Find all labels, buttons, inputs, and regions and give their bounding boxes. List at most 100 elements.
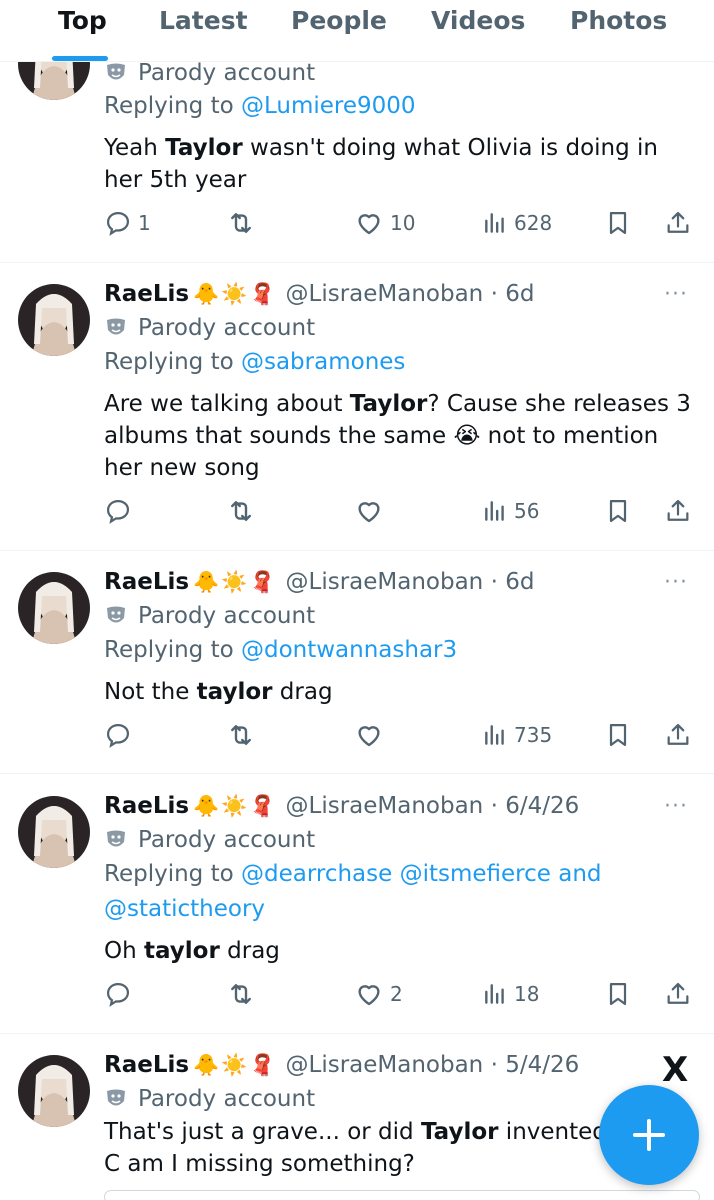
avatar[interactable] <box>18 1055 90 1127</box>
tab-top[interactable]: Top <box>58 6 107 35</box>
display-name[interactable]: RaeLis <box>104 569 189 595</box>
like-button[interactable]: 2 <box>354 977 403 1011</box>
mention-link[interactable]: @itsmefierce <box>392 861 551 887</box>
reply-input-bar[interactable] <box>104 1190 700 1200</box>
tweet-header: RaeLis 🐥☀️🧣 @LisraeManoban · 6/4/26 <box>104 791 579 821</box>
retweet-button[interactable] <box>226 977 262 1011</box>
display-name[interactable]: RaeLis <box>104 793 189 819</box>
share-icon <box>664 979 692 1009</box>
handle-and-time[interactable]: @LisraeManoban · 6d <box>286 281 535 307</box>
active-tab-indicator <box>52 56 108 61</box>
views-button[interactable]: 56 <box>482 494 539 528</box>
bookmark-button[interactable] <box>604 494 632 528</box>
more-dots-icon[interactable]: ··· <box>664 794 688 819</box>
reply-button[interactable]: 1 <box>104 206 151 240</box>
tab-people[interactable]: People <box>291 6 387 35</box>
handle-and-time[interactable]: @LisraeManoban · 6d <box>286 569 535 595</box>
tweet-text: That's just a grave... or did Taylor inv… <box>104 1119 607 1177</box>
replying-to: Replying to @dontwannashar3 <box>104 637 458 663</box>
bookmark-icon <box>604 720 632 750</box>
parody-label: Parody account <box>104 58 315 88</box>
reply-button[interactable] <box>104 977 138 1011</box>
reply-button[interactable] <box>104 718 138 752</box>
compose-button[interactable] <box>599 1085 699 1185</box>
tweet-actions: 2 18 <box>104 977 694 1011</box>
share-icon <box>664 720 692 750</box>
more-dots-icon[interactable]: ··· <box>664 570 688 595</box>
tweet-text: Yeah Taylor wasn't doing what Olivia is … <box>104 135 658 193</box>
bookmark-button[interactable] <box>604 206 632 240</box>
like-button[interactable] <box>354 718 390 752</box>
parody-mask-icon <box>107 606 125 623</box>
reply-icon <box>104 209 132 237</box>
bookmark-button[interactable] <box>604 718 632 752</box>
tweet-text: Not the taylor drag <box>104 679 333 705</box>
replying-to: Replying to @sabramones <box>104 349 406 375</box>
tweet-header: RaeLis 🐥☀️🧣 @LisraeManoban · 6d <box>104 279 534 309</box>
tweet-actions: 1 10 628 <box>104 206 694 240</box>
name-emojis: 🐥☀️🧣 <box>193 793 278 818</box>
like-icon <box>354 208 384 238</box>
like-icon <box>354 720 384 750</box>
share-button[interactable] <box>664 206 692 240</box>
parody-label: Parody account <box>104 601 315 631</box>
avatar[interactable] <box>18 796 90 868</box>
reply-icon <box>104 497 132 525</box>
handle-and-time[interactable]: @LisraeManoban · 5/4/26 <box>286 1052 580 1078</box>
retweet-icon <box>226 208 256 238</box>
mention-link[interactable]: and <box>551 861 601 887</box>
mention-link[interactable]: @dontwannashar3 <box>241 637 457 663</box>
retweet-button[interactable] <box>226 494 262 528</box>
parody-mask-icon <box>107 830 125 847</box>
display-name[interactable]: RaeLis <box>104 1052 189 1078</box>
compose-plus-icon <box>633 1119 665 1151</box>
retweet-button[interactable] <box>226 718 262 752</box>
avatar[interactable] <box>18 572 90 644</box>
views-icon <box>482 497 508 525</box>
like-button[interactable]: 10 <box>354 206 415 240</box>
tab-videos[interactable]: Videos <box>431 6 525 35</box>
parody-mask-icon <box>107 1089 125 1106</box>
share-button[interactable] <box>664 494 692 528</box>
display-name[interactable]: RaeLis <box>104 281 189 307</box>
share-icon <box>664 496 692 526</box>
like-button[interactable] <box>354 494 390 528</box>
more-dots-icon[interactable]: ··· <box>664 282 688 307</box>
reply-button[interactable] <box>104 494 138 528</box>
retweet-button[interactable] <box>226 206 262 240</box>
bookmark-button[interactable] <box>604 977 632 1011</box>
avatar[interactable] <box>18 284 90 356</box>
name-emojis: 🐥☀️🧣 <box>193 281 278 306</box>
retweet-icon <box>226 496 256 526</box>
views-icon <box>482 721 508 749</box>
views-button[interactable]: 628 <box>482 206 552 240</box>
retweet-icon <box>226 979 256 1009</box>
like-count: 10 <box>390 211 416 235</box>
reply-icon <box>104 721 132 749</box>
views-button[interactable]: 735 <box>482 718 552 752</box>
mention-link[interactable]: @Lumiere9000 <box>241 93 416 119</box>
bookmark-icon <box>604 979 632 1009</box>
parody-mask-icon <box>107 318 125 335</box>
parody-label: Parody account <box>104 1084 315 1114</box>
search-tabs: Top Latest People Videos Photos <box>0 0 714 62</box>
name-emojis: 🐥☀️🧣 <box>193 569 278 594</box>
share-button[interactable] <box>664 718 692 752</box>
replying-to: Replying to @Lumiere9000 <box>104 93 416 119</box>
share-button[interactable] <box>664 977 692 1011</box>
tab-photos[interactable]: Photos <box>570 6 667 35</box>
mention-link[interactable]: @sabramones <box>241 349 405 375</box>
views-icon <box>482 209 508 237</box>
views-count: 628 <box>514 211 553 235</box>
name-emojis: 🐥☀️🧣 <box>193 1052 278 1077</box>
tweet-actions: 56 <box>104 494 694 528</box>
mention-link[interactable]: @statictheory <box>104 896 265 922</box>
mention-link[interactable]: @dearrchase <box>241 861 392 887</box>
views-button[interactable]: 18 <box>482 977 539 1011</box>
tweet-text: Oh taylor drag <box>104 938 280 964</box>
handle-and-time[interactable]: @LisraeManoban · 6/4/26 <box>286 793 580 819</box>
reply-icon <box>104 980 132 1008</box>
bookmark-icon <box>604 208 632 238</box>
tab-latest[interactable]: Latest <box>159 6 248 35</box>
views-icon <box>482 980 508 1008</box>
